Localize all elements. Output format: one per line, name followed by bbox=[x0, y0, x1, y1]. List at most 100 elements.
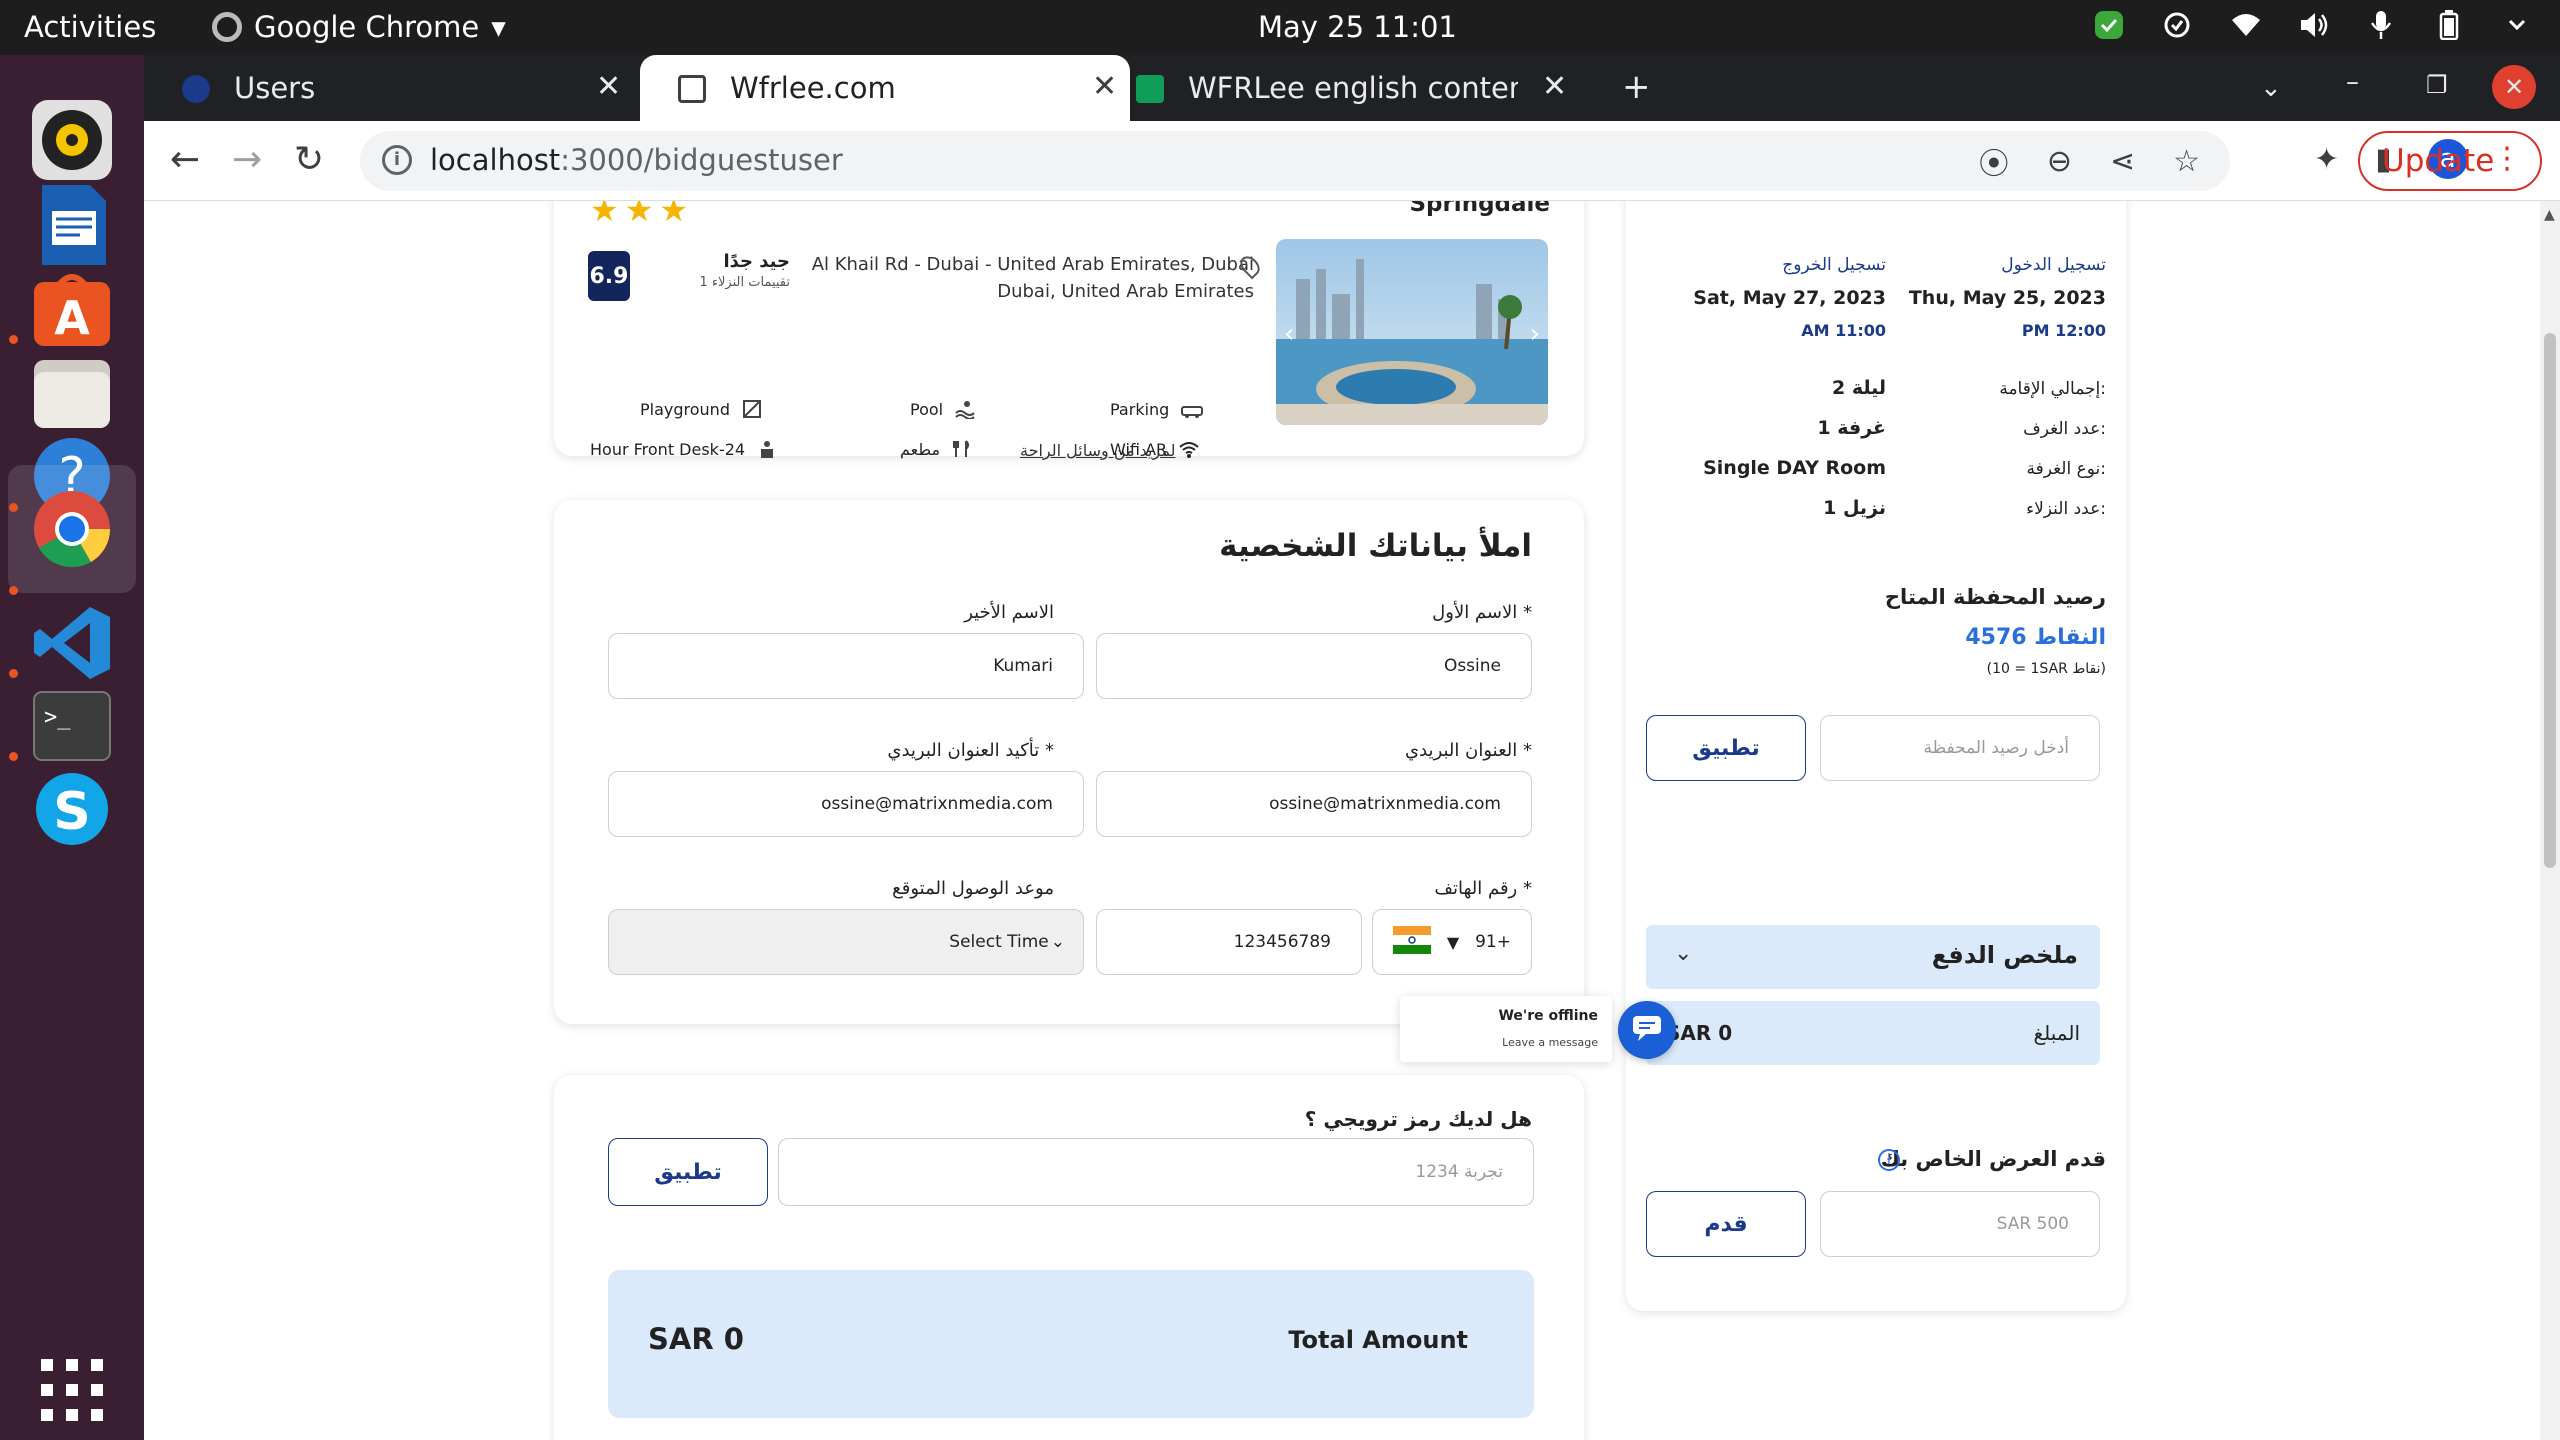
tab-search-chevron-icon[interactable]: ⌄ bbox=[2260, 73, 2282, 103]
app-name: Google Chrome bbox=[254, 10, 480, 44]
summary-row-value: 1 نزيل bbox=[1823, 497, 1886, 519]
microphone-icon[interactable] bbox=[2366, 10, 2396, 40]
share-icon[interactable]: ⋖ bbox=[2110, 144, 2135, 179]
close-icon[interactable]: ✕ bbox=[1092, 69, 1117, 104]
email-confirm-label: تأكيد العنوان البريدي * bbox=[887, 740, 1054, 761]
back-arrow-icon[interactable]: ← bbox=[170, 139, 200, 180]
clock[interactable]: May 25 11:01 bbox=[1258, 10, 1457, 44]
minimize-button[interactable]: – bbox=[2346, 67, 2359, 97]
scrollbar-thumb[interactable] bbox=[2544, 333, 2556, 868]
power-menu-icon[interactable] bbox=[2502, 10, 2532, 40]
total-amount-label: Total Amount bbox=[1288, 1326, 1468, 1354]
rating-count: 1 تقييمات النزلاء bbox=[699, 275, 791, 290]
amenity-front-desk: Hour Front Desk-24 bbox=[590, 439, 777, 459]
forward-arrow-icon[interactable]: → bbox=[232, 139, 262, 180]
carousel-next-icon[interactable]: › bbox=[1530, 319, 1540, 349]
more-amenities-link[interactable]: لمزيد من وسائل الراحة bbox=[1020, 441, 1175, 460]
offer-input[interactable]: SAR 500 bbox=[1820, 1191, 2100, 1257]
chat-offline-bubble[interactable]: We're offline Leave a message bbox=[1400, 996, 1612, 1062]
tab-users[interactable]: Users ✕ bbox=[144, 55, 634, 121]
sheets-favicon-icon bbox=[1136, 75, 1164, 103]
wifi-icon[interactable] bbox=[2230, 10, 2260, 40]
zoom-out-icon[interactable]: ⊖ bbox=[2047, 144, 2072, 179]
tab-label: Wfrlee.com bbox=[730, 71, 896, 105]
promo-code-input[interactable]: تجربة 1234 bbox=[778, 1138, 1534, 1206]
tab-wfrlee[interactable]: Wfrlee.com ✕ bbox=[640, 55, 1130, 121]
users-favicon-icon bbox=[182, 75, 210, 103]
bookmark-star-icon[interactable]: ☆ bbox=[2173, 144, 2200, 179]
info-icon[interactable]: i bbox=[1878, 1149, 1900, 1171]
offer-submit-button[interactable]: قدم bbox=[1646, 1191, 1806, 1257]
summary-row-label: عدد النزلاء: bbox=[2026, 499, 2106, 519]
carousel-prev-icon[interactable]: ‹ bbox=[1284, 319, 1294, 349]
reload-icon[interactable]: ↻ bbox=[294, 139, 324, 180]
promo-card: هل لديك رمز ترويجي ؟ تجربة 1234 تطبيق SA… bbox=[554, 1075, 1584, 1440]
location-pin-icon[interactable]: ⦿ bbox=[1979, 139, 2009, 183]
running-indicator bbox=[9, 669, 18, 678]
country-code-select[interactable]: ▼ 91+ bbox=[1372, 909, 1532, 975]
skype-icon[interactable]: S bbox=[27, 764, 117, 854]
update-label: Update bbox=[2382, 143, 2495, 179]
tab-wfrlee-content[interactable]: WFRLee english content ( ✕ bbox=[1136, 55, 1596, 121]
page-scrollbar[interactable]: ▲ bbox=[2540, 201, 2560, 1440]
phone-input[interactable]: 123456789 bbox=[1096, 909, 1362, 975]
show-apps-icon[interactable] bbox=[27, 1345, 117, 1435]
url-text[interactable]: localhost:3000/bidguestuser bbox=[430, 143, 843, 177]
activities-button[interactable]: Activities bbox=[24, 10, 156, 44]
wallet-apply-button[interactable]: تطبيق bbox=[1646, 715, 1806, 781]
site-info-icon[interactable]: i bbox=[382, 145, 412, 175]
close-window-button[interactable]: ✕ bbox=[2492, 65, 2536, 109]
email-confirm-input[interactable]: ossine@matrixnmedia.com bbox=[608, 771, 1084, 837]
chat-action: Leave a message bbox=[1502, 1036, 1598, 1049]
page-viewport: ★★★ Springdale 6.9 جيد جدًا 1 تقييمات ال… bbox=[144, 201, 2540, 1440]
first-name-input[interactable]: Ossine bbox=[1096, 633, 1532, 699]
terminal-icon[interactable]: >_ bbox=[27, 681, 117, 771]
chrome-dock-item[interactable] bbox=[8, 465, 136, 593]
writer-icon[interactable] bbox=[27, 180, 117, 270]
chevron-down-icon: ▾ bbox=[491, 10, 506, 44]
promo-apply-button[interactable]: تطبيق bbox=[608, 1138, 768, 1206]
checkin-time: PM 12:00 bbox=[2021, 321, 2106, 340]
update-check-icon[interactable] bbox=[2094, 10, 2124, 40]
files-icon[interactable] bbox=[27, 347, 117, 437]
arrival-time-select[interactable]: Select Time ⌄ bbox=[608, 909, 1084, 975]
summary-row-value: 1 غرفة bbox=[1817, 417, 1886, 439]
maximize-button[interactable]: ❐ bbox=[2426, 71, 2448, 99]
payment-summary-header[interactable]: ملخص الدفع ⌄ bbox=[1646, 925, 2100, 989]
scroll-up-icon[interactable]: ▲ bbox=[2544, 207, 2555, 223]
wifi-icon bbox=[1179, 439, 1199, 459]
amount-label: المبلغ bbox=[2033, 1021, 2080, 1045]
update-button[interactable]: Update ⋮ bbox=[2358, 131, 2542, 191]
battery-icon[interactable] bbox=[2434, 10, 2464, 40]
tab-strip: Users ✕ Wfrlee.com ✕ WFRLee english cont… bbox=[144, 55, 2560, 121]
rating-badge: 6.9 bbox=[588, 251, 630, 301]
close-icon[interactable]: ✕ bbox=[1542, 69, 1567, 104]
summary-row-label: نوع الغرفة: bbox=[2026, 459, 2106, 479]
amenity-pool: Pool bbox=[910, 399, 975, 420]
summary-row-label: عدد الغرف: bbox=[2023, 419, 2106, 439]
extensions-puzzle-icon[interactable]: ✦ bbox=[2314, 142, 2339, 177]
total-amount-value: SAR 0 bbox=[648, 1322, 744, 1356]
wallet-amount-input[interactable]: أدخل رصيد المحفظة bbox=[1820, 715, 2100, 781]
status-icon[interactable] bbox=[2162, 10, 2192, 40]
address-bar[interactable]: i localhost:3000/bidguestuser ⦿ ⊖ ⋖ ☆ bbox=[360, 131, 2230, 191]
promo-title: هل لديك رمز ترويجي ؟ bbox=[1304, 1107, 1532, 1131]
menu-dots-icon[interactable]: ⋮ bbox=[2492, 141, 2522, 176]
hotel-photo[interactable]: ‹ › bbox=[1276, 239, 1548, 425]
checkin-label: تسجيل الدخول bbox=[2001, 255, 2106, 275]
first-name-label: الاسم الأول * bbox=[1432, 602, 1532, 623]
hotel-name: Springdale bbox=[1409, 201, 1550, 217]
chat-launcher-button[interactable] bbox=[1618, 1001, 1676, 1059]
new-tab-button[interactable]: + bbox=[1622, 67, 1651, 107]
email-input[interactable]: ossine@matrixnmedia.com bbox=[1096, 771, 1532, 837]
volume-icon[interactable] bbox=[2298, 10, 2328, 40]
app-center-icon[interactable]: A bbox=[27, 263, 117, 353]
rhythmbox-icon[interactable] bbox=[27, 95, 117, 185]
last-name-input[interactable]: Kumari bbox=[608, 633, 1084, 699]
system-tray[interactable] bbox=[2094, 10, 2532, 40]
email-label: العنوان البريدي * bbox=[1405, 740, 1532, 761]
close-icon[interactable]: ✕ bbox=[596, 69, 621, 104]
hotel-card: ★★★ Springdale 6.9 جيد جدًا 1 تقييمات ال… bbox=[554, 201, 1584, 460]
app-menu[interactable]: Google Chrome ▾ bbox=[212, 10, 506, 44]
vscode-icon[interactable] bbox=[27, 598, 117, 688]
